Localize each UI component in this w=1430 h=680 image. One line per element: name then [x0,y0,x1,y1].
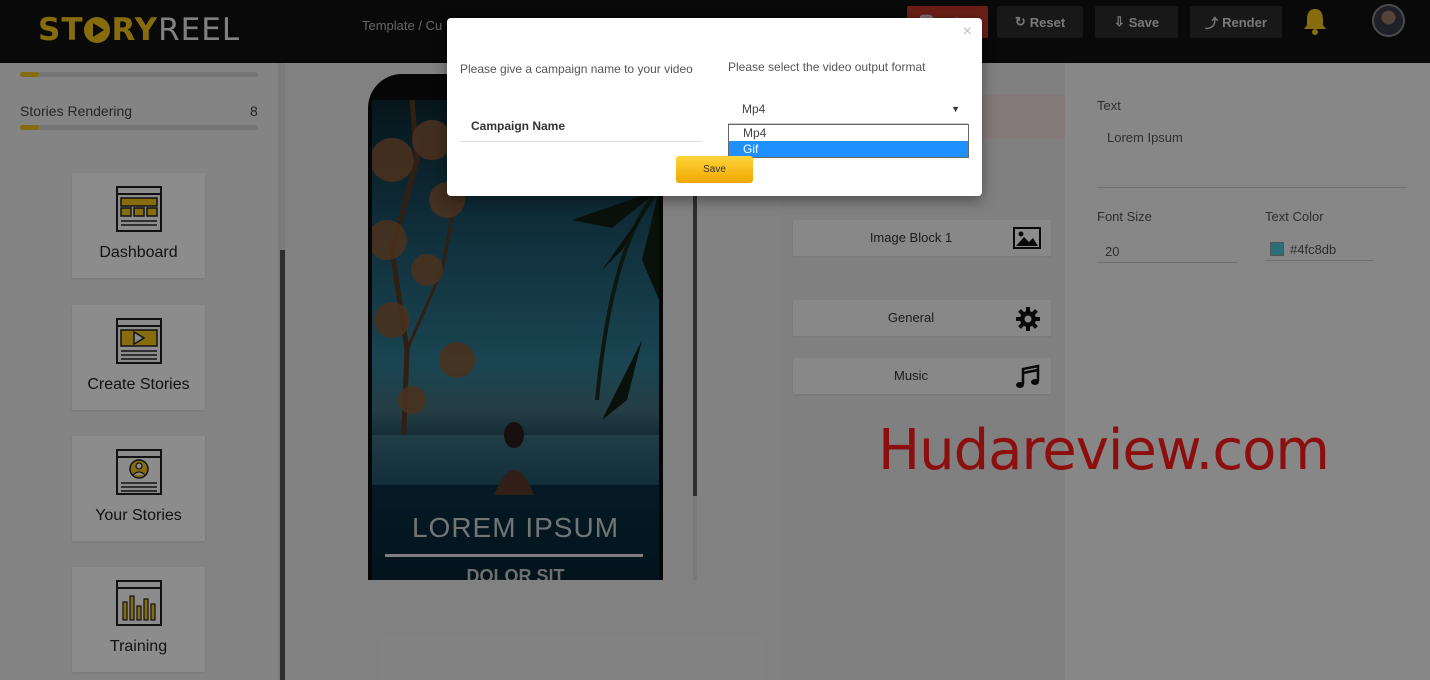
output-format-options: Mp4 Gif [728,124,969,158]
chevron-down-icon: ▼ [951,104,960,114]
campaign-name-input[interactable]: Campaign Name [460,116,702,142]
campaign-name-placeholder: Campaign Name [471,119,566,133]
output-format-prompt: Please select the video output format [728,60,926,74]
campaign-modal: × Please give a campaign name to your vi… [447,18,982,196]
output-format-selected: Mp4 [742,102,766,116]
campaign-name-prompt: Please give a campaign name to your vide… [460,62,693,76]
modal-save-button[interactable]: Save [676,156,753,183]
format-option-mp4[interactable]: Mp4 [729,125,968,141]
format-option-gif[interactable]: Gif [729,141,968,157]
output-format-select[interactable]: Mp4 ▼ [728,98,968,124]
close-icon[interactable]: × [963,23,972,41]
